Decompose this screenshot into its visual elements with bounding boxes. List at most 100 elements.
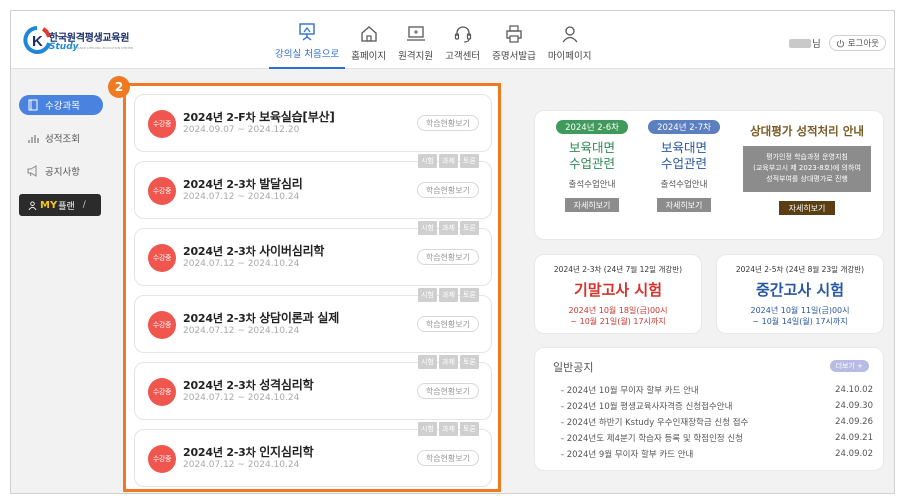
nav-label: 강의실 처음으로: [275, 49, 340, 60]
nav-certificate[interactable]: 증명서발급: [486, 11, 542, 69]
notice-item[interactable]: - 2024년도 제4분기 학습자 등록 및 학점인정 신청 24.09.21: [561, 430, 873, 446]
exam-range: 2024년 10월 11일(금)00시 ~ 10월 14일(월) 17시까지: [717, 305, 883, 327]
banner-pill: 2024년 2-6차: [556, 120, 628, 134]
course-dates: 2024.07.12 ~ 2024.10.24: [183, 192, 300, 202]
course-tag: 과제: [439, 154, 458, 168]
status-badge: 수강중: [148, 311, 176, 339]
user-suffix: 님: [811, 39, 821, 50]
my-plan-button[interactable]: MY 플랜 /: [19, 194, 101, 216]
view-progress-button[interactable]: 학습현황보기: [416, 450, 479, 466]
status-badge: 수강중: [148, 110, 176, 138]
sidebar-item-label: 공지사항: [45, 167, 80, 178]
sidebar: 수강과목 성적조회 공지사항 MY 플랜 /: [19, 95, 103, 216]
midterm-exam-box[interactable]: 2024년 2-5차 (24년 8월 23일 개강반) 중간고사 시험 2024…: [716, 254, 884, 334]
status-badge: 수강중: [148, 378, 176, 406]
notice-item[interactable]: - 2024년 하반기 Kstudy 우수인재장학금 신청 접수 24.09.26: [561, 414, 873, 430]
exam-range-start: 2024년 10월 18일(금)00시: [568, 306, 668, 315]
notice-text: - 2024년도 제4분기 학습자 등록 및 학점인정 신청: [561, 434, 743, 444]
banner-heading-line2: 수업관련: [568, 156, 615, 171]
notice-list: - 2024년 10월 무이자 할부 카드 안내 24.10.02- 2024년 …: [561, 382, 873, 462]
banner-relative-grading: 상대평가 성적처리 안내 평가인정 학습과정 운영지침 (교육부고시 제 202…: [733, 111, 881, 241]
home-icon: [361, 26, 377, 42]
course-card[interactable]: 수강중 2024년 2-3차 성격심리학 2024.07.12 ~ 2024.10.…: [134, 355, 492, 420]
exam-range-end: ~ 10월 14일(월) 17시까지: [752, 317, 848, 326]
notice-banner-box: 2024년 2-6차 보육대면 수업관련 출석수업안내 자세히보기 2024년 …: [534, 110, 884, 240]
notice-item[interactable]: - 2024년 10월 무이자 할부 카드 안내 24.10.02: [561, 382, 873, 398]
grading-line1: 평가인정 학습과정 운영지침: [766, 153, 848, 161]
exam-range: 2024년 10월 18일(금)00시 ~ 10월 21일(월) 17시까지: [535, 305, 701, 327]
megaphone-icon: [27, 165, 37, 177]
course-tag: 과제: [439, 221, 458, 235]
grading-description: 평가인정 학습과정 운영지침 (교육부고시 제 2023-8호)에 의하여 성적…: [743, 146, 871, 192]
logo[interactable]: K 한국원격평생교육원 Study DISTANCE LIFELONG EDUC…: [23, 25, 153, 57]
course-title-name: 성격심리학: [259, 378, 314, 392]
course-title: 2024년 2-3차 인지심리학: [183, 443, 314, 460]
course-tag: 시험: [418, 288, 437, 302]
course-tag: 시험: [418, 355, 437, 369]
nav-classroom-home[interactable]: 강의실 처음으로: [269, 11, 346, 69]
course-dates: 2024.07.12 ~ 2024.10.24: [183, 460, 300, 470]
nav-mypage[interactable]: 마이페이지: [542, 11, 598, 69]
view-progress-button[interactable]: 학습현황보기: [416, 182, 479, 198]
notice-item[interactable]: - 2024년 10월 평생교육사자격증 신청접수안내 24.09.30: [561, 398, 873, 414]
course-title-prefix: 2024년 2-F차: [183, 111, 256, 124]
nav-label: 마이페이지: [547, 51, 592, 62]
course-title: 2024년 2-3차 발달심리: [183, 175, 303, 192]
notice-date: 24.09.02: [835, 449, 873, 459]
classroom-icon: [299, 23, 315, 41]
view-progress-button[interactable]: 학습현황보기: [416, 383, 479, 399]
general-notice-box: 일반공지 더보기 + - 2024년 10월 무이자 할부 카드 안내 24.10…: [534, 347, 884, 471]
user-name-redacted: [788, 38, 811, 48]
more-button[interactable]: 더보기 +: [829, 360, 869, 372]
course-tags: 시험 과제 토론: [416, 288, 479, 302]
course-tags: 시험 과제 토론: [416, 154, 479, 168]
logout-button[interactable]: 로그아웃: [828, 35, 886, 51]
course-card[interactable]: 수강중 2024년 2-3차 인지심리학 2024.07.12 ~ 2024.10.…: [134, 422, 492, 487]
view-progress-button[interactable]: 학습현황보기: [416, 316, 479, 332]
sidebar-item-notices[interactable]: 공지사항: [19, 161, 103, 181]
remote-support-icon: [406, 26, 425, 41]
course-tag: 시험: [418, 154, 437, 168]
power-icon: [836, 39, 844, 47]
course-card[interactable]: 수강중 2024년 2-3차 상담이론과 실제 2024.07.12 ~ 2024.…: [134, 288, 492, 353]
exam-period: 2024년 2-3차 (24년 7월 12일 개강반): [553, 265, 683, 274]
user-icon: [562, 26, 578, 43]
banner-detail-button[interactable]: 자세히보기: [656, 198, 712, 212]
grading-detail-button[interactable]: 자세히보기: [778, 201, 836, 215]
course-tags: 시험 과제 토론: [416, 221, 479, 235]
course-card[interactable]: 수강중 2024년 2-F차 보육실습[부산] 2024.09.07 ~ 2024.…: [134, 94, 492, 152]
my-plan-my: MY: [40, 199, 58, 211]
course-tags: 시험 과제 토론: [416, 422, 479, 436]
course-tag: 토론: [460, 288, 479, 302]
person-icon: [28, 200, 37, 210]
course-dates: 2024.07.12 ~ 2024.10.24: [183, 259, 300, 269]
my-plan-slash: /: [82, 200, 86, 210]
view-progress-button[interactable]: 학습현황보기: [416, 249, 479, 265]
course-title-prefix: 2024년 2-3차: [183, 446, 256, 459]
notice-date: 24.09.26: [835, 417, 873, 427]
nav-homepage[interactable]: 홈페이지: [345, 11, 392, 69]
course-card[interactable]: 수강중 2024년 2-3차 발달심리 2024.07.12 ~ 2024.10.2…: [134, 154, 492, 219]
nav-remote-support[interactable]: 원격지원: [392, 11, 439, 69]
course-title-name: 사이버심리학: [259, 244, 325, 258]
banner-sub: 출석수업안내: [660, 180, 708, 190]
banner-detail-button[interactable]: 자세히보기: [564, 198, 620, 212]
svg-text:K: K: [32, 33, 43, 50]
notice-text: - 2024년 10월 평생교육사자격증 신청접수안내: [561, 402, 733, 412]
sidebar-item-grades[interactable]: 성적조회: [19, 128, 103, 148]
course-card[interactable]: 수강중 2024년 2-3차 사이버심리학 2024.07.12 ~ 2024.10…: [134, 221, 492, 286]
view-progress-button[interactable]: 학습현황보기: [416, 115, 479, 131]
final-exam-box[interactable]: 2024년 2-3차 (24년 7월 12일 개강반) 기말고사 시험 2024…: [534, 254, 702, 334]
nav-label: 고객센터: [445, 51, 481, 62]
notice-item[interactable]: - 2024년 9월 무이자 할부 카드 안내 24.09.02: [561, 446, 873, 462]
course-title-name: 발달심리: [259, 177, 303, 191]
exam-title: 기말고사 시험: [573, 281, 663, 299]
status-badge: 수강중: [148, 445, 176, 473]
sidebar-item-courses[interactable]: 수강과목: [19, 95, 103, 115]
course-dates: 2024.09.07 ~ 2024.12.20: [183, 125, 300, 135]
banner-heading-line2: 수업관련: [660, 156, 707, 171]
nav-customer-center[interactable]: 고객센터: [439, 11, 486, 69]
exam-title: 중간고사 시험: [755, 281, 845, 299]
banner-pill: 2024년 2-7차: [648, 120, 720, 134]
grading-title: 상대평가 성적처리 안내: [750, 124, 864, 138]
